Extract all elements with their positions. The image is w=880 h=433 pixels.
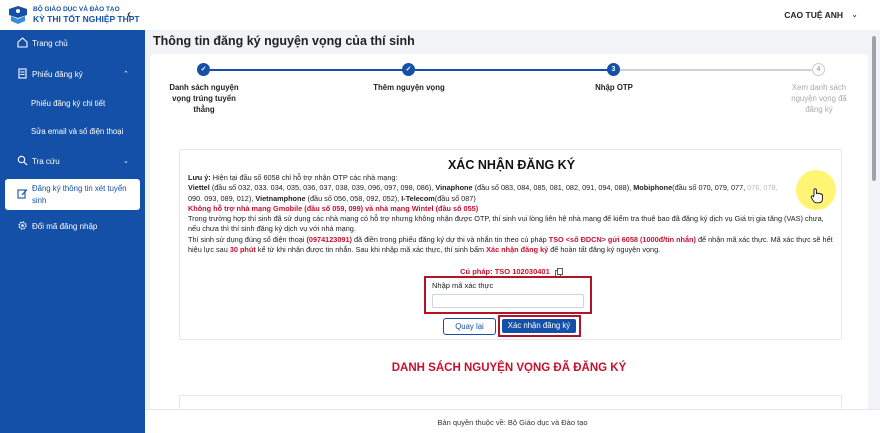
logo-exam-name: KỲ THI TỐT NGHIỆP THPT bbox=[33, 14, 140, 24]
otp-label: Nhập mã xác thực bbox=[432, 281, 494, 290]
carrier-name: I-Telecom bbox=[401, 193, 435, 203]
carrier-list: Viettel (đầu số 032, 033. 034, 035, 036,… bbox=[188, 183, 836, 204]
sms-instructions: Thí sinh sử dụng đúng số điện thoại (097… bbox=[188, 235, 836, 256]
carrier-name: Vietnamphone bbox=[255, 193, 306, 203]
unsupported-carriers: Không hỗ trợ nhà mạng Gmobile (đầu số 05… bbox=[188, 203, 479, 213]
confirm-registration-button[interactable]: Xác nhận đăng ký bbox=[502, 319, 576, 333]
sidebar-item-label: Phiếu đăng ký bbox=[32, 69, 83, 79]
step-2-marker: ✓ bbox=[402, 63, 415, 76]
sidebar: BỘ GIÁO DỤC VÀ ĐÀO TẠO KỲ THI TỐT NGHIỆP… bbox=[0, 0, 145, 433]
carrier-prefixes: (đầu số 032, 033. 034, 035, 036, 037, 03… bbox=[211, 183, 434, 193]
carrier-name: Vinaphone bbox=[435, 183, 473, 193]
otp-instructions: Lưu ý: Hiện tại đầu số 6058 chỉ hỗ trợ n… bbox=[188, 173, 836, 255]
registered-list-title: DANH SÁCH NGUYỆN VỌNG ĐÃ ĐĂNG KÝ bbox=[391, 362, 627, 374]
footer: Bản quyền thuộc về: Bộ Giáo dục và Đào t… bbox=[145, 409, 880, 433]
note-line: Lưu ý: Hiện tại đầu số 6058 chỉ hỗ trợ n… bbox=[188, 173, 836, 183]
carrier-prefixes: (đầu số 087) bbox=[434, 193, 476, 203]
sidebar-item-home[interactable]: Trang chủ bbox=[0, 32, 145, 54]
carrier-prefixes: (đầu số 083, 084, 085, 081, 082, 091, 09… bbox=[474, 183, 632, 193]
step-4-marker: 4 bbox=[812, 63, 825, 76]
confirm-button-highlight: Xác nhận đăng ký bbox=[498, 315, 581, 337]
carrier-prefixes: (đầu số 056, 058, 092, 052), bbox=[307, 193, 400, 203]
user-name[interactable]: CAO TUỆ ANH bbox=[784, 10, 843, 20]
sidebar-item-label: Đổi mã đăng nhập bbox=[32, 221, 98, 231]
instruction-text: Thí sinh sử dụng đúng số điện thoại bbox=[188, 234, 305, 244]
sidebar-item-edit-contact[interactable]: Sửa email và số điện thoại bbox=[31, 127, 123, 136]
sidebar-item-lookup[interactable]: Tra cứu ⌄ bbox=[0, 150, 145, 172]
carrier-prefixes-faded: 076, 078, bbox=[747, 183, 778, 193]
logo-ministry: BỘ GIÁO DỤC VÀ ĐÀO TẠO bbox=[33, 6, 120, 13]
vas-note: Trong trường hợp thí sinh đã sử dụng các… bbox=[188, 214, 824, 234]
footer-copyright: Bản quyền thuộc về: Bộ Giáo dục và Đào t… bbox=[437, 418, 588, 427]
otp-field-group: Nhập mã xác thực bbox=[432, 281, 584, 309]
step-4-label: Xem danh sách nguyện vọng đã đăng ký bbox=[791, 83, 847, 114]
step-3-label: Nhập OTP bbox=[595, 83, 633, 92]
logo-icon bbox=[9, 6, 27, 24]
note-text: Hiện tại đầu số 6058 chỉ hỗ trợ nhận OTP… bbox=[212, 173, 398, 182]
search-icon bbox=[17, 155, 28, 166]
sms-syntax: TSO <số ĐDCN> gửi 6058 (1000đ/tin nhắn) bbox=[548, 234, 696, 244]
document-icon bbox=[18, 68, 27, 79]
instruction-text: để hoàn tất đăng ký nguyện vọng. bbox=[550, 245, 661, 255]
carrier-prefixes: (đầu số 070, 079, 077, bbox=[672, 183, 746, 193]
chevron-down-icon: ⌄ bbox=[123, 158, 129, 165]
sidebar-item-registration-detail[interactable]: Phiếu đăng ký chi tiết bbox=[31, 99, 105, 108]
back-button[interactable]: Quay lại bbox=[443, 318, 496, 335]
page-scrollbar[interactable] bbox=[871, 30, 877, 409]
step-1-marker: ✓ bbox=[197, 63, 210, 76]
sidebar-item-admission-info[interactable]: Đăng ký thông tin xét tuyển sinh bbox=[5, 179, 140, 210]
step-2-label: Thêm nguyện vọng bbox=[373, 83, 445, 92]
top-bar: CAO TUỆ ANH ⌄ bbox=[145, 0, 880, 30]
instruction-text: đã điền trong phiếu đăng ký dự thi và nh… bbox=[353, 234, 547, 244]
scrollbar-thumb[interactable] bbox=[872, 36, 876, 181]
sidebar-item-registration[interactable]: Phiếu đăng ký ⌃ bbox=[0, 63, 145, 85]
sidebar-item-label: Trang chủ bbox=[32, 38, 68, 48]
sidebar-item-change-password[interactable]: Đổi mã đăng nhập bbox=[0, 215, 145, 237]
instruction-text: kể từ khi nhận được tin nhắn. Sau khi nh… bbox=[257, 245, 485, 255]
carrier-prefixes: 090. 093, 089, 012), bbox=[188, 193, 254, 203]
otp-input[interactable] bbox=[432, 294, 584, 308]
chevron-down-icon[interactable]: ⌄ bbox=[851, 10, 858, 19]
sidebar-item-label: Đăng ký thông tin xét tuyển sinh bbox=[32, 184, 127, 205]
phone-number: (0974123091) bbox=[306, 234, 352, 244]
gear-icon bbox=[18, 221, 27, 230]
collapse-sidebar-icon[interactable]: ‹ bbox=[127, 7, 131, 21]
hand-cursor-icon bbox=[810, 188, 823, 204]
note-label: Lưu ý: bbox=[188, 173, 211, 182]
chevron-up-icon: ⌃ bbox=[123, 71, 129, 78]
page-title: Thông tin đăng ký nguyện vọng của thí si… bbox=[153, 34, 415, 48]
expiry-time: 30 phút bbox=[229, 245, 256, 255]
sidebar-item-label: Tra cứu bbox=[32, 156, 60, 166]
carrier-name: Viettel bbox=[188, 183, 210, 193]
home-icon bbox=[17, 37, 28, 48]
step-3-marker: 3 bbox=[607, 63, 620, 76]
card-title: XÁC NHẬN ĐĂNG KÝ bbox=[447, 158, 576, 172]
step-connector bbox=[415, 69, 608, 71]
otp-field-highlight: Nhập mã xác thực bbox=[424, 276, 592, 314]
step-1-label: Danh sách nguyện vọng trúng tuyển thẳng bbox=[169, 83, 239, 114]
step-connector bbox=[210, 69, 405, 71]
logo-area[interactable]: BỘ GIÁO DỤC VÀ ĐÀO TẠO KỲ THI TỐT NGHIỆP… bbox=[0, 0, 145, 30]
step-connector bbox=[620, 69, 812, 71]
edit-icon bbox=[17, 189, 28, 199]
syntax-label: Cú pháp: TSO 102030401 bbox=[460, 267, 550, 276]
confirm-phrase: Xác nhận đăng ký bbox=[486, 245, 549, 255]
carrier-name: Mobiphone bbox=[633, 183, 673, 193]
